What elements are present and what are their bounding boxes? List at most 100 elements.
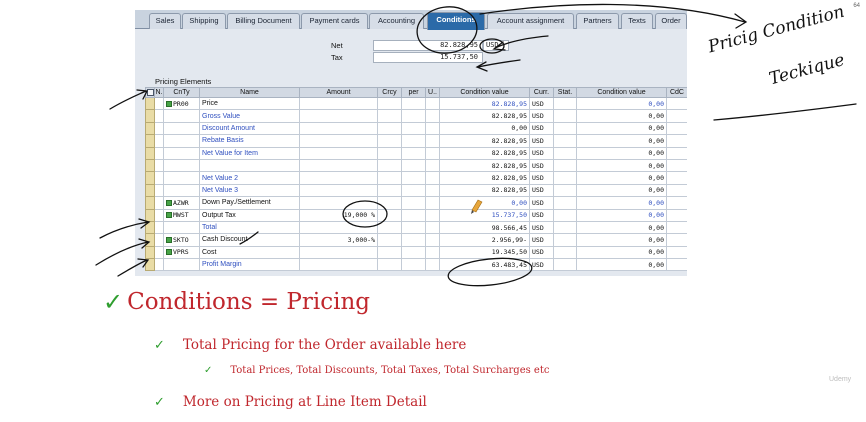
condition-type-cell[interactable]: [163, 183, 200, 198]
condition-value-cell[interactable]: 63.483,45: [439, 258, 530, 272]
tab-payment-cards[interactable]: Payment cards: [301, 13, 368, 29]
col-header-condition-value[interactable]: Condition value: [439, 87, 530, 98]
row-number-cell[interactable]: [154, 196, 164, 210]
amount-cell[interactable]: [299, 220, 378, 235]
condition-type-cell[interactable]: [163, 220, 200, 235]
per-cell[interactable]: [401, 158, 426, 173]
crcy-cell[interactable]: [377, 258, 402, 272]
uom-cell[interactable]: [425, 233, 440, 247]
amount-cell[interactable]: [299, 121, 378, 136]
condition-value-cell[interactable]: 82.828,95: [439, 109, 530, 123]
table-row[interactable]: Net Value 2 82.828,95 USD 0,00: [145, 171, 687, 185]
row-number-cell[interactable]: [154, 183, 164, 198]
table-row[interactable]: 82.828,95 USD 0,00: [145, 158, 687, 173]
table-row[interactable]: Discount Amount 0,00 USD 0,00: [145, 121, 687, 136]
condition-name-cell[interactable]: Output Tax: [199, 208, 300, 222]
table-row[interactable]: SKTO Cash Discount 3,000-% 2.956,99- USD 0,00: [145, 233, 687, 247]
amount-cell[interactable]: [299, 134, 378, 148]
table-row[interactable]: Net Value 3 82.828,95 USD 0,00: [145, 183, 687, 198]
row-selector[interactable]: [145, 220, 155, 235]
condition-type-cell[interactable]: PR00: [163, 96, 200, 111]
uom-cell[interactable]: [425, 208, 440, 222]
cdc-cell[interactable]: [666, 121, 687, 136]
row-number-cell[interactable]: [154, 245, 164, 260]
row-selector[interactable]: [145, 109, 155, 123]
currency-cell[interactable]: USD: [529, 183, 554, 198]
condition-value-2-cell[interactable]: 0,00: [576, 96, 667, 111]
currency-cell[interactable]: USD: [529, 245, 554, 260]
table-row[interactable]: VPRS Cost 19.345,50 USD 0,00: [145, 245, 687, 260]
currency-cell[interactable]: USD: [529, 146, 554, 160]
condition-value-2-cell[interactable]: 0,00: [576, 245, 667, 260]
condition-type-cell[interactable]: [163, 121, 200, 136]
status-cell[interactable]: [553, 146, 577, 160]
cdc-cell[interactable]: [666, 183, 687, 198]
per-cell[interactable]: [401, 171, 426, 185]
per-cell[interactable]: [401, 109, 426, 123]
status-cell[interactable]: [553, 171, 577, 185]
select-all-icon[interactable]: [145, 87, 155, 98]
currency-cell[interactable]: USD: [529, 109, 554, 123]
condition-value-2-cell[interactable]: 0,00: [576, 121, 667, 136]
uom-cell[interactable]: [425, 109, 440, 123]
condition-value-2-cell[interactable]: 0,00: [576, 183, 667, 198]
condition-type-cell[interactable]: [163, 158, 200, 173]
uom-cell[interactable]: [425, 171, 440, 185]
currency-cell[interactable]: USD: [529, 233, 554, 247]
row-selector[interactable]: [145, 171, 155, 185]
row-selector[interactable]: [145, 96, 155, 111]
condition-name-cell[interactable]: Net Value 3: [199, 183, 300, 198]
col-header-curr[interactable]: Curr.: [529, 87, 554, 98]
cdc-cell[interactable]: [666, 258, 687, 272]
status-cell[interactable]: [553, 183, 577, 198]
table-row[interactable]: MWST Output Tax 19,000 % 15.737,50 USD 0,00: [145, 208, 687, 222]
cdc-cell[interactable]: [666, 233, 687, 247]
crcy-cell[interactable]: [377, 158, 402, 173]
amount-cell[interactable]: [299, 146, 378, 160]
amount-cell[interactable]: [299, 258, 378, 272]
condition-name-cell[interactable]: Rebate Basis: [199, 134, 300, 148]
condition-name-cell[interactable]: Down Pay./Settlement: [199, 196, 300, 210]
status-cell[interactable]: [553, 245, 577, 260]
uom-cell[interactable]: [425, 134, 440, 148]
uom-cell[interactable]: [425, 220, 440, 235]
cdc-cell[interactable]: [666, 220, 687, 235]
amount-cell[interactable]: [299, 171, 378, 185]
row-selector[interactable]: [145, 146, 155, 160]
condition-name-cell[interactable]: Cash Discount: [199, 233, 300, 247]
table-row[interactable]: Total 98.566,45 USD 0,00: [145, 220, 687, 235]
status-cell[interactable]: [553, 220, 577, 235]
col-header-amount[interactable]: Amount: [299, 87, 378, 98]
row-number-cell[interactable]: [154, 233, 164, 247]
per-cell[interactable]: [401, 183, 426, 198]
condition-value-cell[interactable]: 82.828,95: [439, 171, 530, 185]
status-cell[interactable]: [553, 96, 577, 111]
row-number-cell[interactable]: [154, 121, 164, 136]
uom-cell[interactable]: [425, 96, 440, 111]
row-number-cell[interactable]: [154, 208, 164, 222]
amount-cell[interactable]: [299, 245, 378, 260]
currency-cell[interactable]: USD: [529, 121, 554, 136]
condition-value-2-cell[interactable]: 0,00: [576, 109, 667, 123]
row-selector[interactable]: [145, 196, 155, 210]
condition-value-2-cell[interactable]: 0,00: [576, 258, 667, 272]
currency-cell[interactable]: USD: [529, 171, 554, 185]
crcy-cell[interactable]: [377, 245, 402, 260]
row-number-cell[interactable]: [154, 258, 164, 272]
row-selector[interactable]: [145, 258, 155, 272]
amount-cell[interactable]: 3,000-%: [299, 233, 378, 247]
col-header-stat[interactable]: Stat.: [553, 87, 577, 98]
table-row[interactable]: Gross Value 82.828,95 USD 0,00: [145, 109, 687, 123]
uom-cell[interactable]: [425, 183, 440, 198]
col-header-crcy[interactable]: Crcy: [377, 87, 402, 98]
row-selector[interactable]: [145, 121, 155, 136]
row-number-cell[interactable]: [154, 134, 164, 148]
condition-value-cell[interactable]: 82.828,95: [439, 134, 530, 148]
col-header-n[interactable]: N.: [154, 87, 164, 98]
col-header-cnty[interactable]: CnTy: [163, 87, 200, 98]
per-cell[interactable]: [401, 245, 426, 260]
col-header-cdc[interactable]: CdC: [666, 87, 687, 98]
crcy-cell[interactable]: [377, 121, 402, 136]
currency-cell[interactable]: USD: [529, 220, 554, 235]
col-header-uom[interactable]: U..: [425, 87, 440, 98]
